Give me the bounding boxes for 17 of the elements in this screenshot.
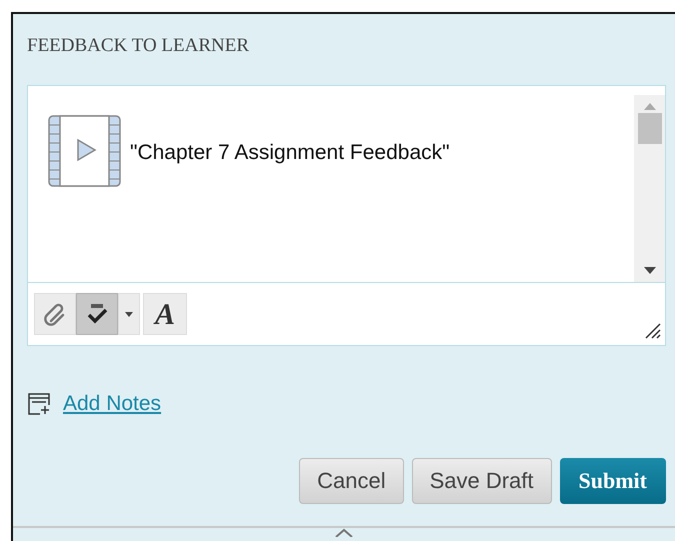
scroll-thumb[interactable] xyxy=(638,113,662,144)
submit-button[interactable]: Submit xyxy=(560,458,666,504)
scroll-down-icon xyxy=(644,267,656,274)
video-title: "Chapter 7 Assignment Feedback" xyxy=(130,140,450,166)
font-button[interactable]: A xyxy=(143,293,187,335)
attach-button[interactable] xyxy=(34,293,76,335)
caret-icon xyxy=(125,312,133,316)
resize-handle-icon[interactable] xyxy=(643,321,661,339)
collapse-icon[interactable] xyxy=(335,528,353,536)
section-title: FEEDBACK TO LEARNER xyxy=(27,36,250,55)
action-button[interactable]: Cancel xyxy=(299,458,404,504)
add-note-icon xyxy=(27,392,51,416)
spellcheck-button[interactable] xyxy=(76,293,118,335)
dropdown-button[interactable] xyxy=(118,293,140,335)
video-icon xyxy=(48,115,121,187)
action-button[interactable]: Save Draft xyxy=(412,458,552,504)
scroll-up-icon xyxy=(644,103,656,110)
